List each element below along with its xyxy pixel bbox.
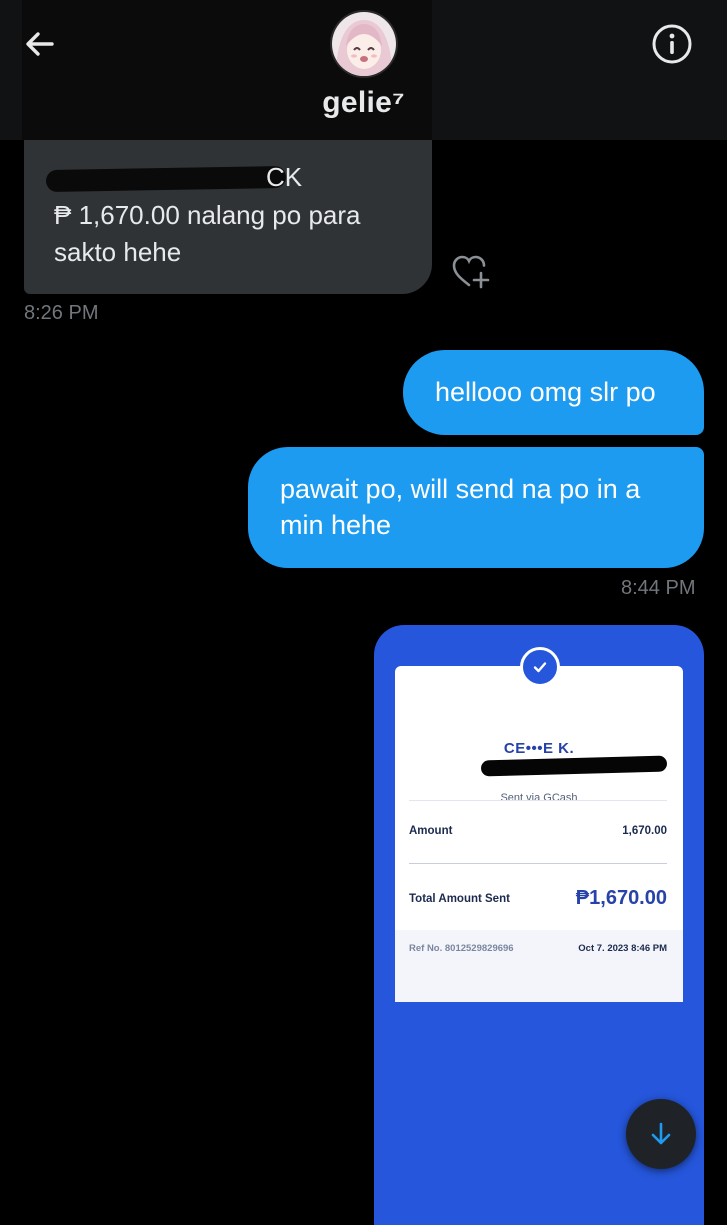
receipt-amount-value: 1,670.00 [622, 825, 667, 837]
receipt-sent-via: Sent via GCash [500, 792, 578, 804]
gcash-receipt-card: CE•••E K. Sent via GCash Amount 1,670.00… [395, 666, 683, 1002]
info-icon [652, 24, 692, 64]
scroll-to-bottom-button[interactable] [626, 1099, 696, 1169]
outgoing-message-text: hellooo omg slr po [435, 377, 656, 407]
incoming-message-line-2: ₱ 1,670.00 nalang po para [54, 200, 361, 230]
receipt-amount-row: Amount 1,670.00 [409, 825, 667, 837]
incoming-timestamp: 8:26 PM [24, 302, 99, 324]
receipt-total-value: ₱1,670.00 [575, 887, 667, 909]
add-reaction-button[interactable] [450, 252, 492, 290]
conversation-info-button[interactable] [648, 20, 696, 68]
receipt-amount-label: Amount [409, 825, 453, 837]
receipt-total-label: Total Amount Sent [409, 893, 510, 905]
receipt-total-row: Total Amount Sent ₱1,670.00 [409, 887, 667, 909]
incoming-message-line-3: sakto hehe [54, 237, 182, 267]
back-button[interactable] [18, 22, 62, 66]
outgoing-message-bubble[interactable]: pawait po, will send na po in a min hehe [248, 447, 704, 568]
outgoing-message-line-2: min hehe [280, 510, 392, 540]
display-name[interactable]: gelie⁷ [0, 86, 727, 120]
anime-avatar-image [332, 12, 396, 76]
outgoing-message-bubble[interactable]: hellooo omg slr po [403, 350, 704, 435]
back-arrow-icon [26, 32, 54, 56]
incoming-message-line-1: CK [266, 162, 303, 192]
heart-plus-icon [452, 255, 490, 289]
avatar[interactable] [332, 12, 396, 76]
receipt-torn-edge [395, 951, 683, 961]
chat-header: gelie⁷ [0, 0, 727, 140]
arrow-down-icon [651, 1122, 671, 1145]
outgoing-timestamp: 8:44 PM [621, 577, 696, 599]
outgoing-message-line-1: pawait po, will send na po in a [280, 474, 641, 504]
redacted-scribble [45, 165, 287, 193]
redacted-scribble [480, 755, 668, 777]
receipt-recipient: CE•••E K. [503, 740, 575, 757]
receipt-divider [409, 800, 667, 801]
receipt-divider [409, 863, 667, 864]
check-icon [520, 647, 560, 687]
